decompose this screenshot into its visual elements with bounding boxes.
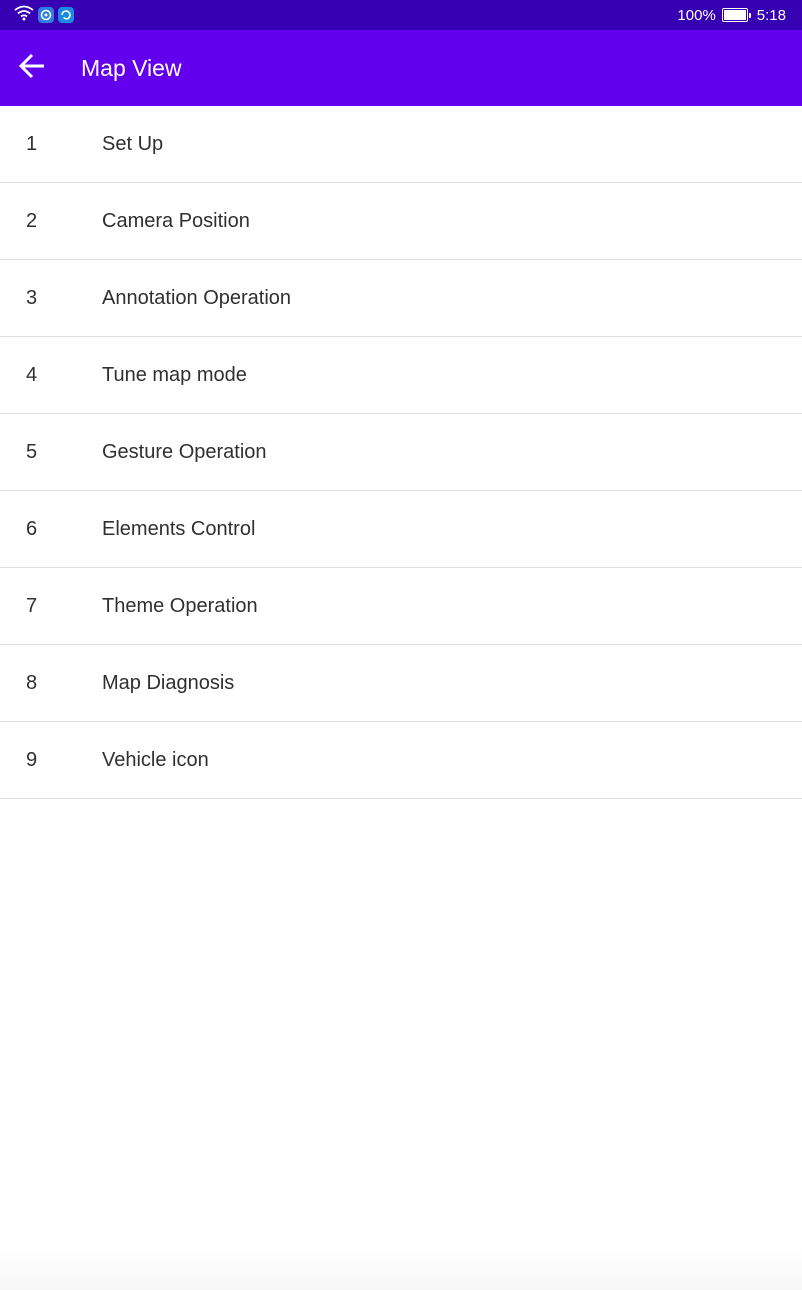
item-number: 8: [26, 671, 38, 694]
item-label: Tune map mode: [102, 363, 247, 386]
item-number: 1: [26, 132, 38, 155]
list-item[interactable]: 1 Set Up: [0, 106, 802, 183]
item-number: 5: [26, 440, 38, 463]
list-item[interactable]: 2 Camera Position: [0, 183, 802, 260]
list-item[interactable]: 6 Elements Control: [0, 491, 802, 568]
status-icons: [14, 5, 74, 25]
list-item[interactable]: 8 Map Diagnosis: [0, 645, 802, 722]
wifi-icon: [14, 5, 34, 25]
battery-icon: [721, 8, 751, 22]
item-label: Elements Control: [102, 517, 256, 540]
item-label: Camera Position: [102, 209, 250, 232]
item-label: Vehicle icon: [102, 748, 209, 771]
list-item[interactable]: 4 Tune map mode: [0, 337, 802, 414]
item-label: Theme Operation: [102, 594, 258, 617]
item-label: Map Diagnosis: [102, 671, 235, 694]
battery-percent: 100%: [677, 6, 716, 24]
status-right: 100% 5:18: [677, 7, 786, 24]
item-label: Set Up: [102, 132, 164, 155]
item-number: 9: [26, 748, 38, 771]
bottom-shade: [0, 1250, 802, 1290]
status-bar: 100% 5:18: [0, 0, 802, 30]
item-number: 6: [26, 517, 38, 540]
app-notification-icon: [58, 7, 74, 23]
item-label: Annotation Operation: [102, 286, 292, 309]
list-item[interactable]: 7 Theme Operation: [0, 568, 802, 645]
item-number: 7: [26, 594, 38, 617]
app-notification-icon: [38, 7, 54, 23]
page-title: Map View: [81, 54, 182, 81]
list-item[interactable]: 5 Gesture Operation: [0, 414, 802, 491]
item-number: 3: [26, 286, 38, 309]
item-label: Gesture Operation: [102, 440, 267, 463]
arrow-left-icon: [17, 51, 47, 86]
clock: 5:18: [756, 6, 786, 24]
back-button[interactable]: [0, 30, 64, 106]
item-number: 4: [26, 363, 38, 386]
item-number: 2: [26, 209, 38, 232]
list-item[interactable]: 9 Vehicle icon: [0, 722, 802, 799]
app-bar: Map View: [0, 30, 802, 106]
list-item[interactable]: 3 Annotation Operation: [0, 260, 802, 337]
menu-list: 1 Set Up 2 Camera Position 3 Annotation …: [0, 106, 802, 799]
